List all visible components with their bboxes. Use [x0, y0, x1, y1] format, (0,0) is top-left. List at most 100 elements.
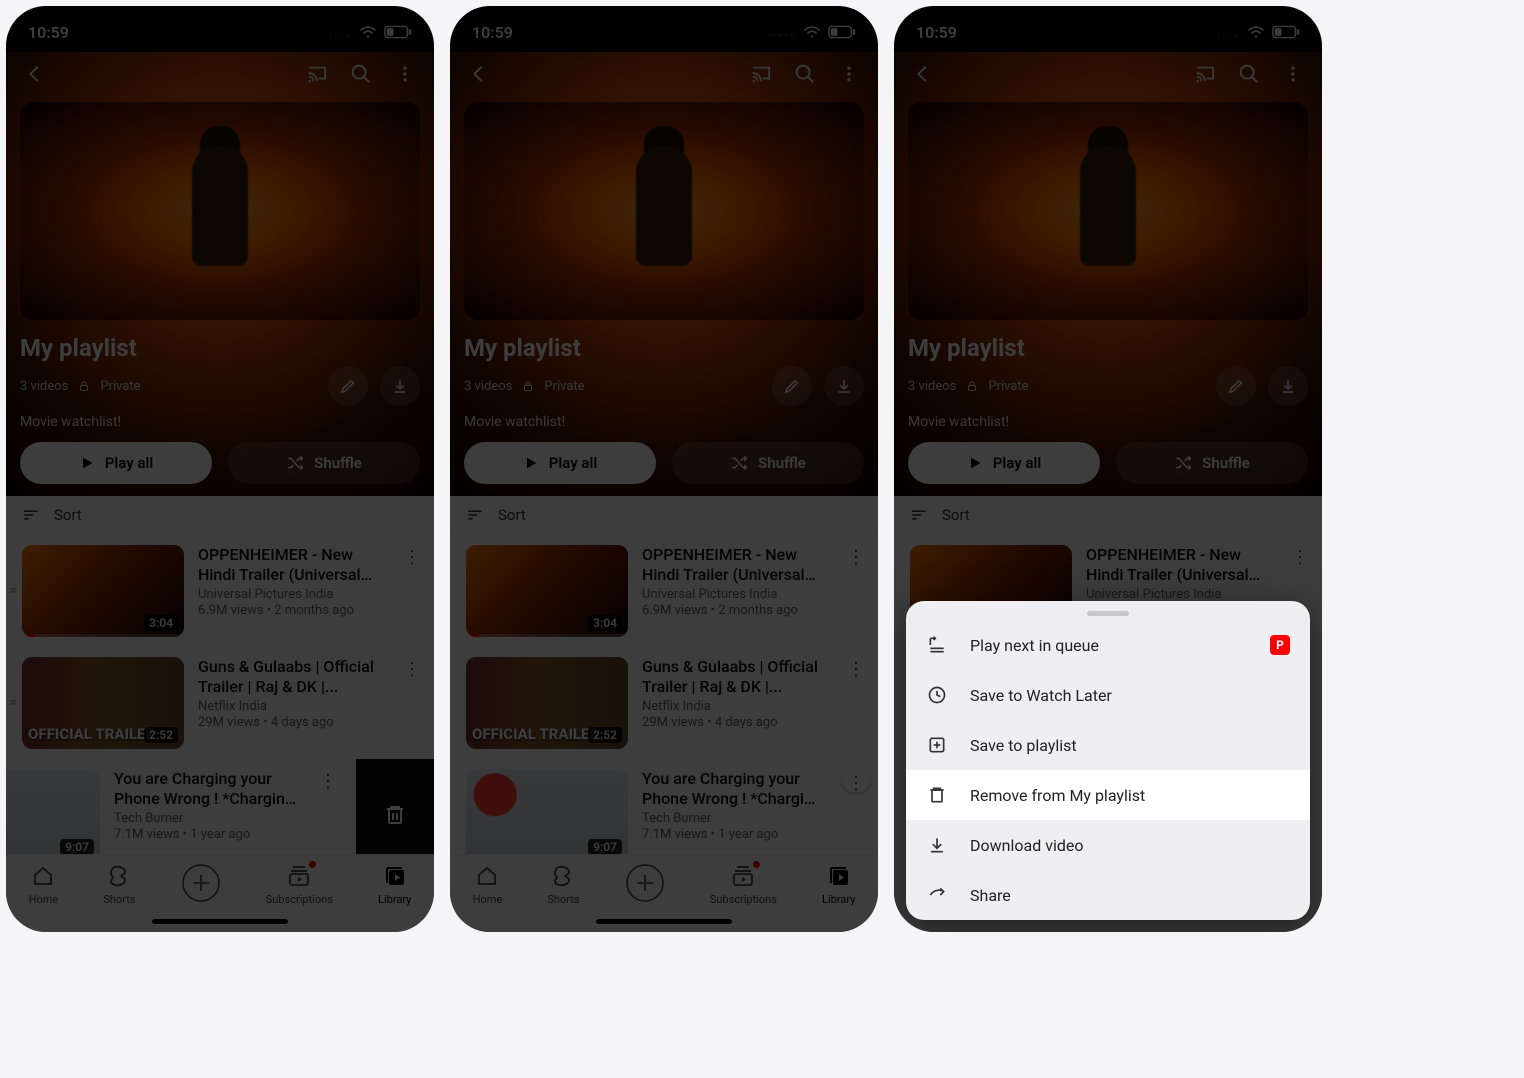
playlist-title: My playlist — [464, 334, 864, 362]
phone-panel-1: 10:59 — [6, 6, 434, 932]
playlist-video-count: 3 videos — [20, 379, 68, 394]
video-channel: Universal Pictures India — [1086, 587, 1272, 602]
premium-badge: P — [1270, 635, 1290, 655]
play-all-label: Play all — [105, 454, 154, 472]
nav-shorts-label: Shorts — [547, 893, 579, 906]
playlist-title: My playlist — [20, 334, 420, 362]
video-more-icon[interactable]: ⋮ — [314, 769, 342, 792]
sort-button[interactable]: Sort — [6, 496, 434, 535]
cast-icon[interactable] — [748, 61, 774, 87]
nav-subscriptions[interactable]: Subscriptions — [710, 863, 777, 906]
download-button[interactable] — [1268, 366, 1308, 406]
shuffle-button[interactable]: Shuffle — [1116, 442, 1308, 484]
video-channel: Netflix India — [642, 699, 828, 714]
video-thumbnail[interactable]: 3:04 — [22, 545, 184, 637]
video-channel: Tech Burner — [642, 811, 824, 826]
subscriptions-icon — [730, 863, 756, 889]
play-all-button[interactable]: Play all — [20, 442, 212, 484]
nav-subscriptions[interactable]: Subscriptions — [266, 863, 333, 906]
drag-handle-icon[interactable]: = — [6, 695, 20, 711]
nav-library-label: Library — [378, 893, 411, 906]
nav-create[interactable] — [625, 863, 665, 903]
playlist-video-count: 3 videos — [464, 379, 512, 394]
sort-button[interactable]: Sort — [450, 496, 878, 535]
watch-progress — [22, 634, 184, 637]
sheet-watch-later[interactable]: Save to Watch Later — [906, 670, 1310, 720]
status-bar: 10:59 — [894, 6, 1322, 52]
video-row[interactable]: = 3:04 OPPENHEIMER - New Hindi Trailer (… — [6, 535, 434, 647]
sort-button[interactable]: Sort — [894, 496, 1322, 535]
nav-library[interactable]: Library — [822, 863, 855, 906]
back-icon[interactable] — [466, 61, 492, 87]
video-thumbnail[interactable]: OFFICIAL TRAILER 2:52 — [22, 657, 184, 749]
video-thumbnail[interactable]: OFFICIAL TRAILER2:52 — [466, 657, 628, 749]
playlist-meta: 3 videos Private — [464, 379, 585, 394]
video-more-icon[interactable]: ⋮ — [842, 545, 870, 568]
nav-shorts[interactable]: Shorts — [547, 863, 579, 906]
more-icon[interactable] — [836, 61, 862, 87]
search-icon[interactable] — [792, 61, 818, 87]
nav-create[interactable] — [181, 863, 221, 903]
drag-handle-icon[interactable]: = — [6, 583, 20, 599]
play-all-button[interactable]: Play all — [464, 442, 656, 484]
cast-icon[interactable] — [1192, 61, 1218, 87]
sheet-play-next[interactable]: Play next in queue P — [906, 620, 1310, 670]
sheet-download[interactable]: Download video — [906, 820, 1310, 870]
wifi-icon — [803, 25, 821, 39]
search-icon[interactable] — [1236, 61, 1262, 87]
sheet-grab-handle[interactable] — [1087, 611, 1129, 616]
video-row[interactable]: = OFFICIAL TRAILER 2:52 Guns & Gulaabs |… — [6, 647, 434, 759]
duration-badge: 9:07 — [60, 839, 94, 855]
back-icon[interactable] — [22, 61, 48, 87]
nav-library[interactable]: Library — [378, 863, 411, 906]
shuffle-button[interactable]: Shuffle — [228, 442, 420, 484]
playlist-add-icon — [926, 735, 948, 755]
nav-home[interactable]: Home — [29, 863, 59, 906]
video-more-icon-highlighted[interactable]: ⋮ — [842, 771, 870, 793]
nav-home[interactable]: Home — [473, 863, 503, 906]
nav-shorts-label: Shorts — [103, 893, 135, 906]
video-thumbnail[interactable]: 3:04 — [466, 545, 628, 637]
sort-label: Sort — [498, 506, 526, 524]
video-more-icon[interactable]: ⋮ — [398, 545, 426, 568]
sheet-remove[interactable]: Remove from My playlist — [906, 770, 1310, 820]
video-more-icon[interactable]: ⋮ — [398, 657, 426, 680]
play-all-button[interactable]: Play all — [908, 442, 1100, 484]
video-row[interactable]: 3:04 OPPENHEIMER - New Hindi Trailer (Un… — [450, 535, 878, 647]
edit-button[interactable] — [1216, 366, 1256, 406]
back-icon[interactable] — [910, 61, 936, 87]
video-list: Sort = 3:04 OPPENHEIMER - New Hindi Trai… — [6, 496, 434, 932]
sheet-share[interactable]: Share — [906, 870, 1310, 920]
lock-icon — [966, 380, 978, 392]
cast-icon[interactable] — [304, 61, 330, 87]
video-title: You are Charging your Phone Wrong ! *Cha… — [114, 769, 300, 809]
video-more-icon[interactable]: ⋮ — [1286, 545, 1314, 568]
video-title: Guns & Gulaabs | Official Trailer | Raj … — [642, 657, 828, 697]
download-button[interactable] — [824, 366, 864, 406]
shuffle-button[interactable]: Shuffle — [672, 442, 864, 484]
video-title: Guns & Gulaabs | Official Trailer | Raj … — [198, 657, 384, 697]
sheet-save-playlist[interactable]: Save to playlist — [906, 720, 1310, 770]
video-thumbnail[interactable]: 9:07 — [466, 769, 628, 861]
search-icon[interactable] — [348, 61, 374, 87]
video-thumbnail[interactable]: 9:07 — [6, 769, 100, 861]
video-more-icon[interactable]: ⋮ — [842, 657, 870, 680]
signal-dots-icon — [773, 23, 796, 42]
edit-button[interactable] — [772, 366, 812, 406]
video-row[interactable]: OFFICIAL TRAILER2:52 Guns & Gulaabs | Of… — [450, 647, 878, 759]
more-icon[interactable] — [1280, 61, 1306, 87]
more-icon[interactable] — [392, 61, 418, 87]
clock-icon — [926, 685, 948, 705]
home-indicator — [596, 919, 732, 924]
nav-shorts[interactable]: Shorts — [103, 863, 135, 906]
download-button[interactable] — [380, 366, 420, 406]
status-bar: 10:59 — [450, 6, 878, 52]
status-time: 10:59 — [472, 23, 513, 42]
sort-label: Sort — [54, 506, 82, 524]
edit-button[interactable] — [328, 366, 368, 406]
status-time: 10:59 — [28, 23, 69, 42]
duration-badge: 3:04 — [144, 615, 178, 631]
playlist-privacy: Private — [544, 379, 584, 394]
sheet-play-next-label: Play next in queue — [970, 636, 1099, 655]
action-sheet: Play next in queue P Save to Watch Later… — [906, 601, 1310, 920]
